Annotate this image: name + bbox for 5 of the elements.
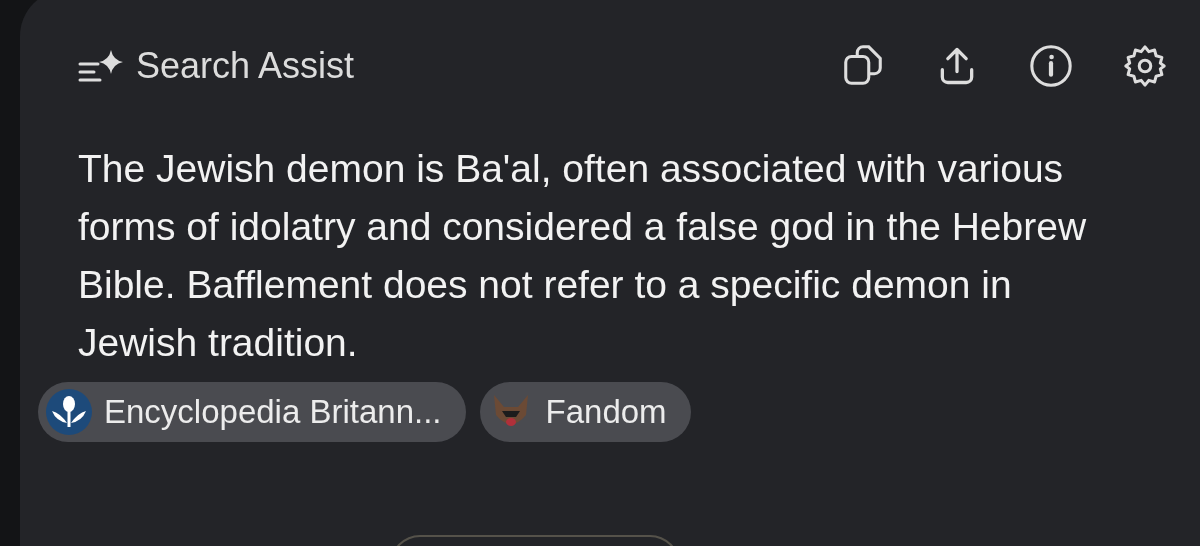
answer-text: The Jewish demon is Ba'al, often associated with various forms of idolatry and considered a false god in the Hebrew Bible. Bafflement does not refer to a specific demon in Jewish tradition.: [78, 146, 1088, 366]
tree-logo-icon: [46, 389, 92, 435]
header-title: Search Assist: [136, 44, 355, 88]
source-chip[interactable]: Encyclopedia Britann...: [38, 382, 466, 442]
source-chip[interactable]: Fandom: [479, 382, 691, 442]
